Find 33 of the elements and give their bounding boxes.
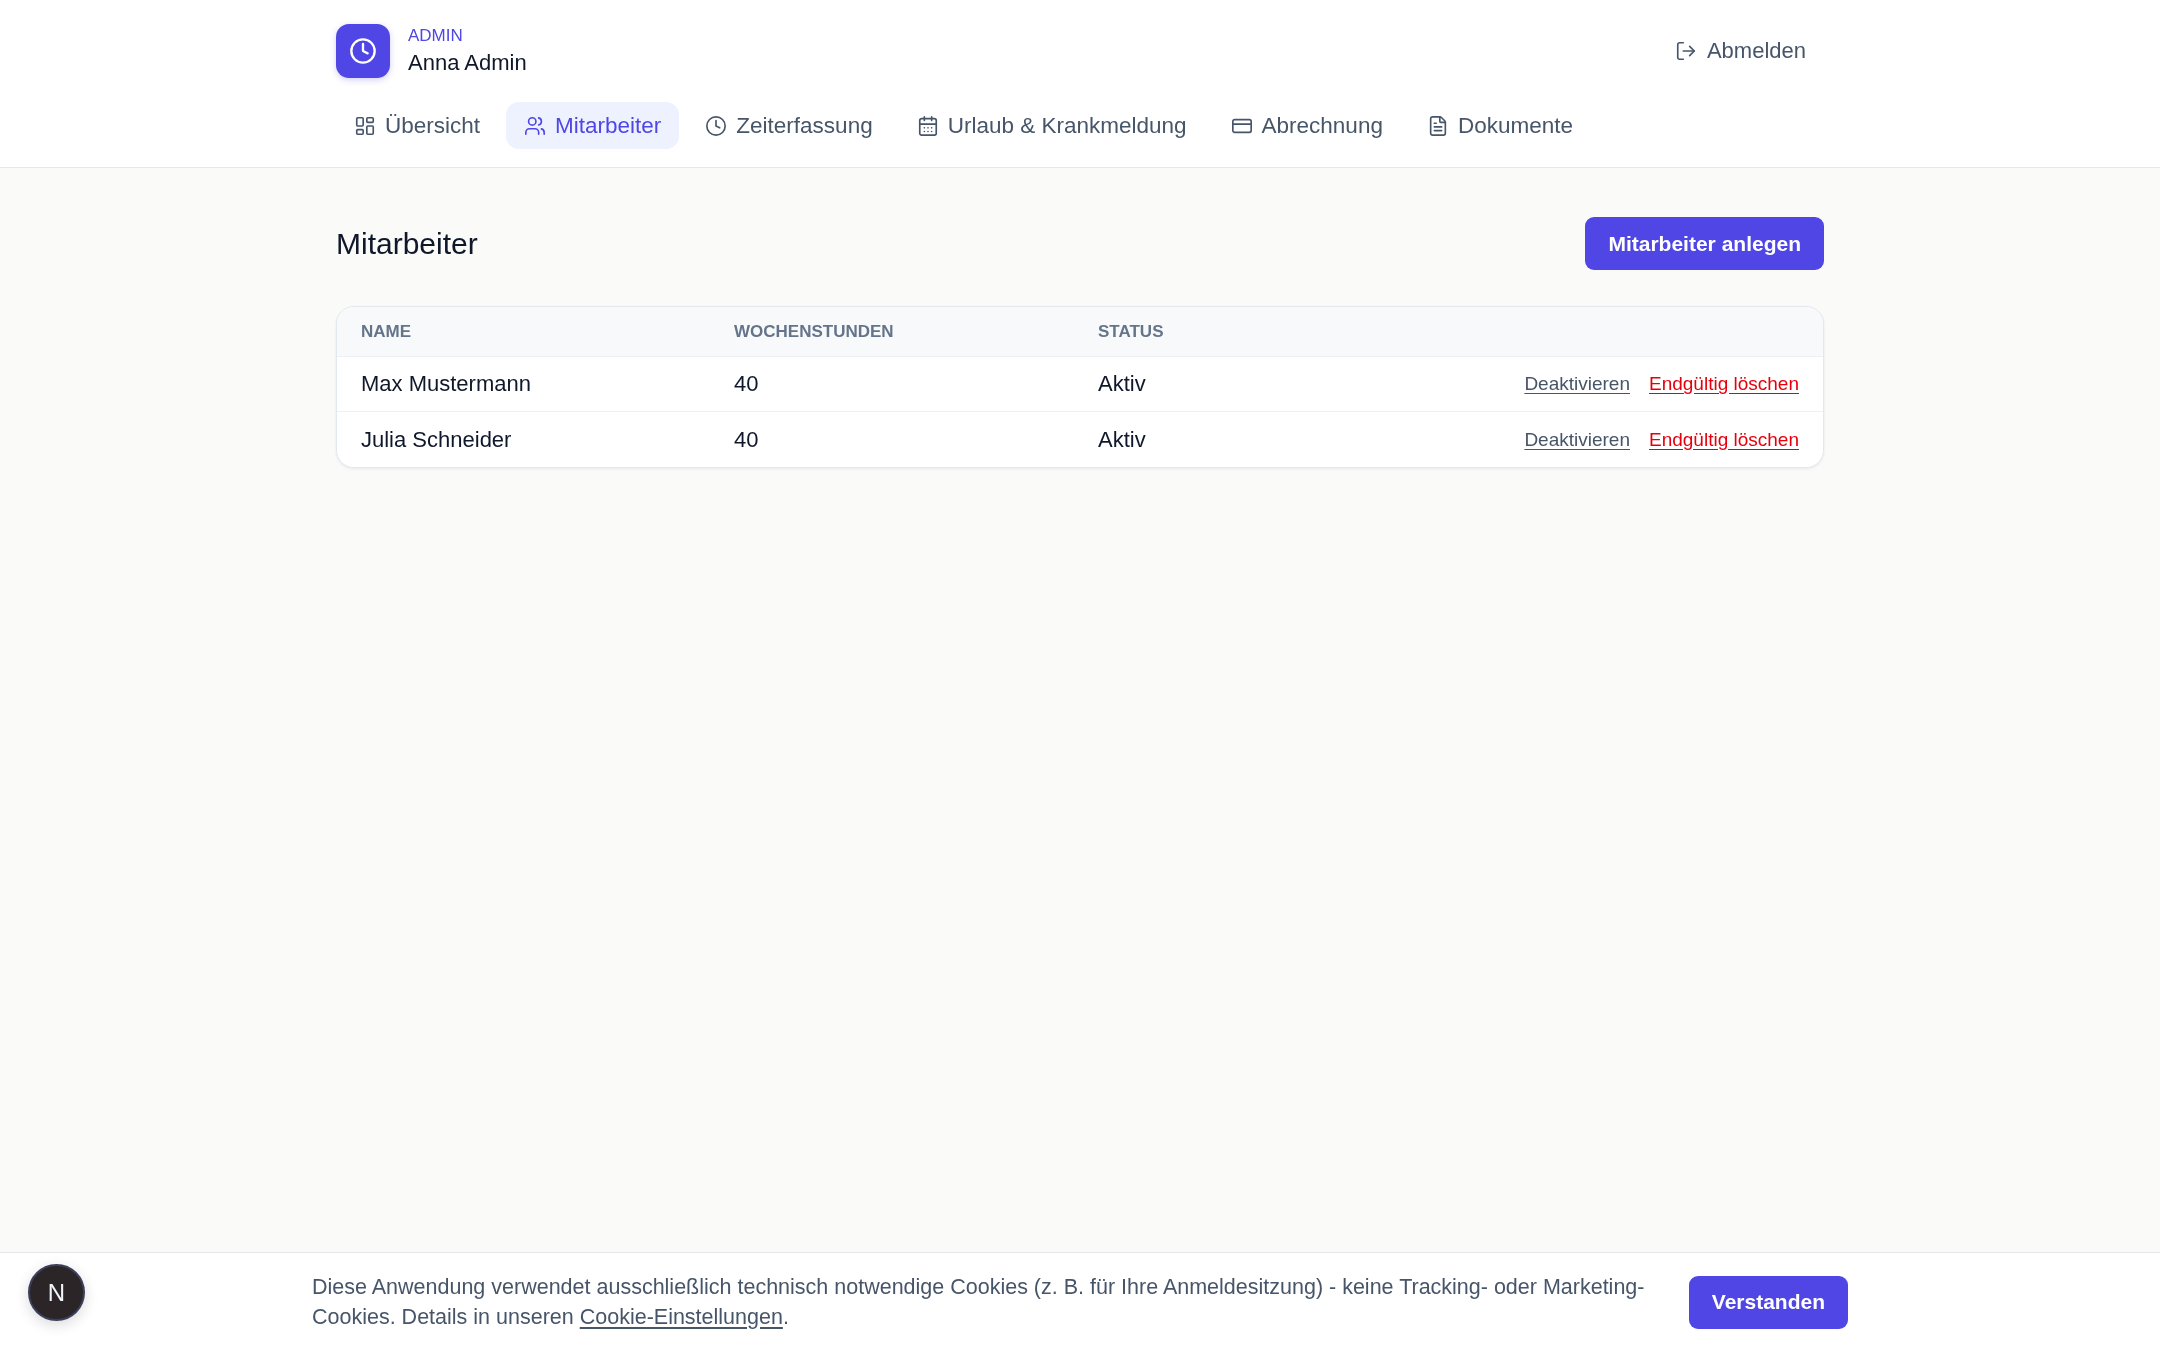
column-header: STATUS: [1097, 321, 1165, 342]
nav-tab[interactable]: Mitarbeiter: [506, 102, 680, 149]
delete-link[interactable]: Endgültig löschen: [1649, 373, 1799, 395]
clock-icon: [705, 114, 728, 137]
cookie-notice-text: Diese Anwendung verwendet ausschließlich technisch notwendige Cookies (z. B. für Ihre Anmeldesitzung) - keine Tracking- oder Marketing-Cookies. Details in unseren Cookie-Einstellungen.: [312, 1274, 1646, 1331]
logout-icon: [1674, 39, 1697, 62]
nav-tab[interactable]: Urlaub & Krankmeldung: [898, 102, 1205, 149]
calendar-icon: [916, 114, 939, 137]
deactivate-link[interactable]: Deaktivieren: [1524, 373, 1630, 395]
table-cell-text: Aktiv: [1097, 371, 1147, 397]
clock-logo-icon: [336, 23, 390, 78]
role-label: ADMIN: [408, 25, 464, 46]
accept-button[interactable]: Verstanden: [1688, 1275, 1848, 1329]
create-employee-button[interactable]: Mitarbeiter anlegen: [1585, 217, 1824, 270]
column-header: NAME: [360, 321, 413, 342]
dashboard-icon: [354, 114, 376, 137]
cookie-settings-link[interactable]: Cookie-Einstellungen: [579, 1305, 783, 1329]
table-cell-text: Max Mustermann: [360, 371, 532, 397]
delete-link[interactable]: Endgültig löschen: [1649, 428, 1799, 451]
logout-button[interactable]: Abmelden: [1656, 29, 1824, 72]
table-cell-text: Aktiv: [1097, 426, 1147, 453]
deactivate-link[interactable]: Deaktivieren: [1524, 428, 1630, 451]
people-icon: [524, 114, 547, 137]
nav-tab[interactable]: Übersicht: [336, 102, 499, 149]
table-cell-text: Julia Schneider: [360, 426, 513, 453]
table-cell-text: 40: [733, 426, 760, 453]
table-cell-text: 40: [733, 371, 760, 397]
page-title: Mitarbeiter: [336, 226, 478, 261]
column-header: WOCHENSTUNDEN: [733, 321, 895, 342]
user-name: Anna Admin: [408, 49, 527, 76]
nav-tab[interactable]: Zeiterfassung: [687, 102, 891, 149]
nav-tab[interactable]: Dokumente: [1408, 102, 1591, 149]
nav-tab[interactable]: Abrechnung: [1212, 102, 1401, 149]
